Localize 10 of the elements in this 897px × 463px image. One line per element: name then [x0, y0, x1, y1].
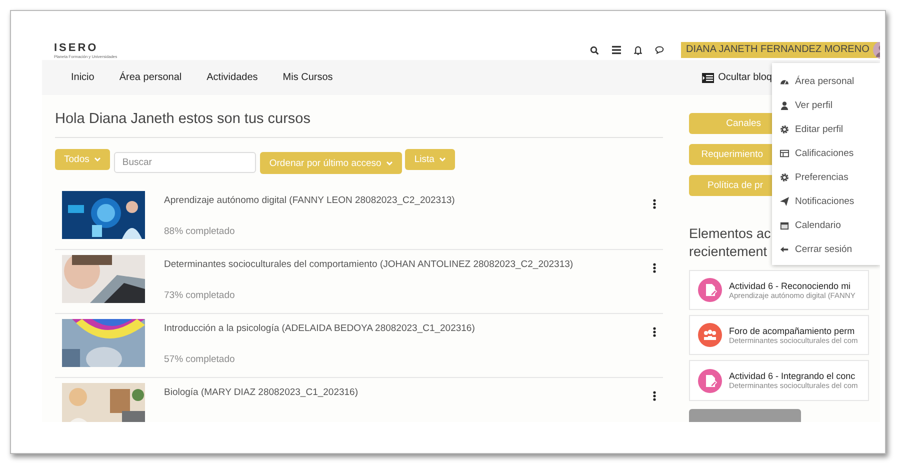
progress-text: 88% completado — [164, 226, 236, 237]
section-heading: recientement — [689, 243, 768, 262]
logo: ISERO — [54, 42, 100, 54]
activity-title: Actividad 6 - Reconociendo mi — [729, 280, 852, 291]
progress-text: 57% completado — [164, 354, 236, 365]
progress-text: 73% completado — [164, 290, 236, 301]
activity-title: Foro de acompañamiento perm — [729, 326, 856, 336]
page-heading: Hola Diana Janeth estos son tus cursos — [55, 110, 312, 128]
section-heading: Elementos ac — [689, 225, 771, 244]
activity-title: Actividad 6 - Integrando el conc — [729, 371, 856, 382]
